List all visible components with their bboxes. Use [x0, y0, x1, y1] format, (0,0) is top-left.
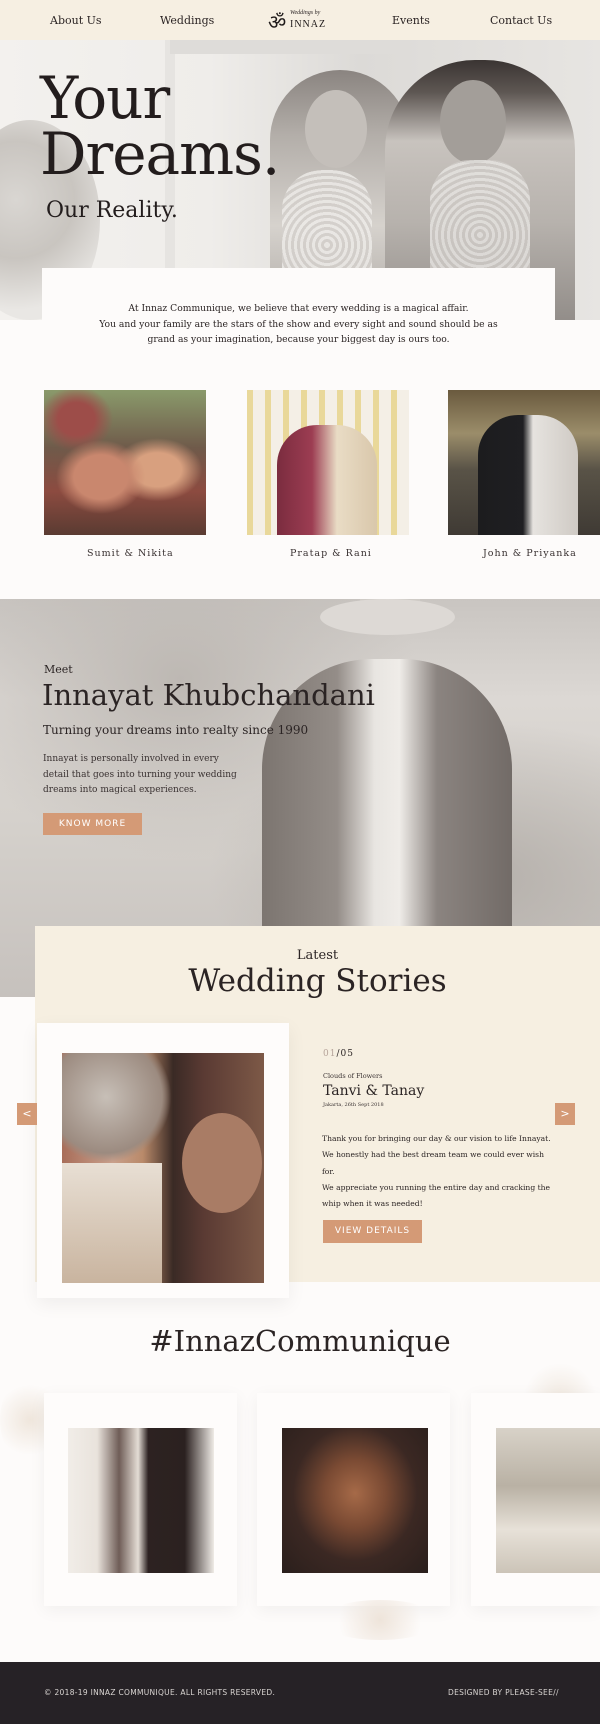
latest-heading: Wedding Stories [188, 963, 447, 999]
intro-line-1: At Innaz Communique, we believe that eve… [128, 303, 469, 314]
view-details-button[interactable]: VIEW DETAILS [323, 1220, 422, 1243]
know-more-button[interactable]: KNOW MORE [43, 813, 142, 835]
nav-contact-us[interactable]: Contact Us [490, 14, 552, 27]
story-counter-current: 01 [323, 1049, 337, 1059]
meet-text-line-3: dreams into magical experiences. [43, 785, 197, 795]
couple-photo [44, 390, 206, 535]
meet-name: Innayat Khubchandani [42, 678, 375, 712]
om-icon: ॐ [268, 10, 287, 34]
hashtag-heading: #InnazCommunique [149, 1324, 451, 1358]
instagram-photo[interactable] [68, 1428, 214, 1573]
footer-credit-link[interactable]: DESIGNED BY PLEASE-SEE// [448, 1688, 559, 1697]
couple-photo-john-priyanka[interactable] [448, 390, 600, 535]
story-kicker: Clouds of Flowers [323, 1072, 383, 1080]
hero-subtitle: Our Reality. [46, 198, 178, 223]
couple-figures [478, 415, 578, 535]
meet-text-line-1: Innayat is personally involved in every [43, 754, 219, 764]
meet-kicker: Meet [44, 663, 73, 676]
hero-bride-face [305, 90, 367, 168]
hero-mandap-beam [170, 40, 410, 54]
story-title: Tanvi & Tanay [323, 1083, 425, 1099]
top-nav: About Us Weddings ॐ Weddings by INNAZ Ev… [0, 0, 600, 40]
couple-figures [277, 425, 377, 535]
next-story-arrow-icon[interactable]: > [555, 1103, 575, 1125]
hero-groom-face [440, 80, 506, 164]
nav-about-us[interactable]: About Us [50, 14, 102, 27]
story-text-line-4: whip when it was needed! [322, 1199, 423, 1209]
latest-kicker: Latest [296, 948, 339, 963]
logo-tagline: Weddings by [290, 10, 321, 16]
footer: © 2018-19 INNAZ COMMUNIQUE. ALL RIGHTS R… [0, 1662, 600, 1724]
instagram-photo[interactable] [282, 1428, 428, 1573]
logo-name: INNAZ [290, 19, 327, 30]
nav-events[interactable]: Events [392, 14, 430, 27]
story-text-line-2: We honestly had the best dream team we c… [322, 1150, 544, 1176]
story-photo-bride [182, 1113, 262, 1213]
meet-text-line-2: detail that goes into turning your weddi… [43, 769, 237, 780]
couple-name[interactable]: Pratap & Rani [290, 548, 372, 559]
decorative-flowers-bottom [320, 1600, 440, 1640]
couple-name[interactable]: John & Priyanka [483, 548, 577, 559]
logo[interactable]: ॐ Weddings by INNAZ [268, 6, 338, 34]
story-photo-turban [62, 1053, 172, 1163]
intro-line-2: You and your family are the stars of the… [99, 318, 498, 330]
intro-text: At Innaz Communique, we believe that eve… [42, 301, 555, 348]
couple-name[interactable]: Sumit & Nikita [87, 548, 174, 559]
meet-hat-brim [320, 599, 455, 635]
story-text-line-1: Thank you for bringing our day & our vis… [322, 1134, 551, 1143]
story-testimonial: Thank you for bringing our day & our vis… [322, 1131, 552, 1212]
story-date: Jakarta, 26th Sept 2018 [323, 1102, 384, 1108]
story-photo-sleeve [62, 1163, 162, 1283]
nav-weddings[interactable]: Weddings [160, 14, 214, 27]
couple-photo-sumit-nikita[interactable] [44, 390, 206, 535]
intro-card: At Innaz Communique, we believe that eve… [42, 268, 555, 358]
meet-description: Innayat is personally involved in every … [43, 752, 243, 799]
story-text-line-3: We appreciate you running the entire day… [322, 1182, 551, 1192]
footer-copyright: © 2018-19 INNAZ COMMUNIQUE. ALL RIGHTS R… [44, 1688, 276, 1697]
intro-line-3: grand as your imagination, because your … [147, 334, 450, 345]
story-counter-total: 05 [340, 1049, 354, 1059]
hero-title-line2: Dreams. [40, 120, 280, 188]
instagram-photo[interactable] [496, 1428, 600, 1573]
couple-photo-pratap-rani[interactable] [247, 390, 409, 535]
story-counter: 01/05 [323, 1049, 354, 1059]
prev-story-arrow-icon[interactable]: < [17, 1103, 37, 1125]
meet-tagline: Turning your dreams into realty since 19… [43, 723, 309, 737]
hero-title: Your Dreams. [40, 69, 280, 183]
story-photo[interactable] [62, 1053, 264, 1283]
